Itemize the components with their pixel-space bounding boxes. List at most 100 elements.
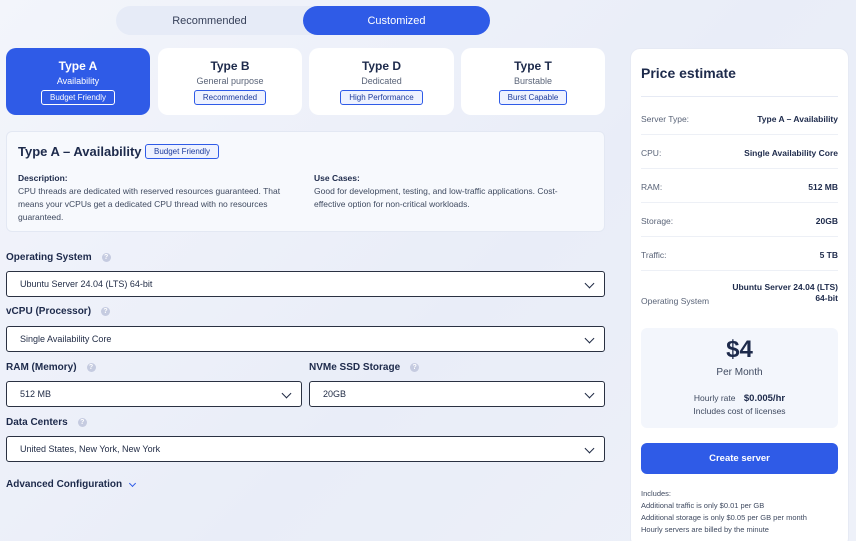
type-description-panel: Type A – Availability Budget Friendly De… xyxy=(6,131,605,232)
os-value-line: Ubuntu Server 24.04 (LTS) xyxy=(732,282,838,292)
description-badge: Budget Friendly xyxy=(145,144,220,159)
use-cases-line: Good for development, testing, and low-t… xyxy=(314,186,558,196)
storage-select-value: 20GB xyxy=(323,389,347,399)
includes-line: Additional traffic is only $0.01 per GB xyxy=(641,501,765,510)
help-icon[interactable]: ? xyxy=(101,307,111,316)
type-badge: Recommended xyxy=(193,89,267,105)
help-icon[interactable]: ? xyxy=(86,363,96,372)
includes-line: Hourly servers are billed by the minute xyxy=(641,525,769,534)
mode-toggle: Recommended Customized xyxy=(116,6,490,35)
type-badge: Budget Friendly xyxy=(40,89,116,105)
chevron-down-icon xyxy=(584,333,595,344)
recommended-tab[interactable]: Recommended xyxy=(116,6,303,35)
monthly-price-box: $4 Per Month Hourly rate $0.005/hr Inclu… xyxy=(641,328,838,428)
datacenter-select[interactable]: United States, New York, New York xyxy=(6,436,605,462)
datacenter-label-text: Data Centers xyxy=(6,417,68,428)
type-title: Type T xyxy=(514,58,552,73)
divider xyxy=(641,202,838,203)
type-badge: Burst Capable xyxy=(498,89,568,105)
price-row-key: Storage: xyxy=(641,216,674,226)
price-estimate-title: Price estimate xyxy=(641,65,736,81)
chevron-down-icon xyxy=(584,443,595,454)
ram-select[interactable]: 512 MB xyxy=(6,381,302,407)
price-amount: $4 xyxy=(726,336,753,363)
type-card-d[interactable]: Type D Dedicated High Performance xyxy=(309,48,454,115)
price-row-storage: Storage: 20GB xyxy=(641,216,838,226)
ram-select-value: 512 MB xyxy=(20,389,52,399)
type-card-b[interactable]: Type B General purpose Recommended xyxy=(158,48,302,115)
description-line: guaranteed. xyxy=(18,212,64,222)
storage-label-text: NVMe SSD Storage xyxy=(309,362,401,373)
cpu-select[interactable]: Single Availability Core xyxy=(6,326,605,352)
hourly-rate-value: $0.005/hr xyxy=(743,393,786,404)
cpu-select-value: Single Availability Core xyxy=(20,334,112,344)
os-label-text: Operating System xyxy=(6,252,92,263)
price-row-value: Type A – Availability xyxy=(757,114,838,124)
type-card-t[interactable]: Type T Burstable Burst Capable xyxy=(461,48,605,115)
type-badge: High Performance xyxy=(340,89,423,105)
divider xyxy=(641,96,838,97)
customized-tab[interactable]: Customized xyxy=(303,6,490,35)
os-select-value: Ubuntu Server 24.04 (LTS) 64-bit xyxy=(20,279,153,289)
os-select[interactable]: Ubuntu Server 24.04 (LTS) 64-bit xyxy=(6,271,605,297)
ram-label: RAM (Memory) ? xyxy=(6,362,96,373)
datacenter-label: Data Centers ? xyxy=(6,417,87,428)
os-value-line: 64-bit xyxy=(815,293,838,303)
type-title: Type B xyxy=(210,58,250,73)
cpu-label: vCPU (Processor) ? xyxy=(6,306,111,317)
price-row-value: 20GB xyxy=(815,216,838,226)
ram-label-text: RAM (Memory) xyxy=(6,362,77,373)
type-subtitle: General purpose xyxy=(196,75,264,86)
chevron-down-icon xyxy=(129,479,137,487)
use-cases-column: Use Cases: Good for development, testing… xyxy=(314,172,599,211)
price-row-value: 5 TB xyxy=(819,250,838,260)
price-row-key: CPU: xyxy=(641,148,662,158)
cpu-label-text: vCPU (Processor) xyxy=(6,306,92,317)
type-subtitle: Burstable xyxy=(513,75,553,86)
type-subtitle: Availability xyxy=(56,75,100,86)
use-cases-header: Use Cases: xyxy=(314,173,360,183)
description-line: CPU threads are dedicated with reserved … xyxy=(18,186,281,196)
price-row-key: Server Type: xyxy=(641,114,690,124)
advanced-configuration-toggle[interactable]: Advanced Configuration xyxy=(6,479,137,490)
create-server-button[interactable]: Create server xyxy=(641,443,838,474)
price-row-cpu: CPU: Single Availability Core xyxy=(641,148,838,158)
storage-label: NVMe SSD Storage ? xyxy=(309,362,420,373)
divider xyxy=(641,134,838,135)
datacenter-select-value: United States, New York, New York xyxy=(20,444,161,454)
price-row-key: RAM: xyxy=(641,182,663,192)
type-card-a[interactable]: Type A Availability Budget Friendly xyxy=(6,48,150,115)
os-label: Operating System ? xyxy=(6,252,111,263)
use-cases-line: effective option for non-critical worklo… xyxy=(314,199,470,209)
price-period: Per Month xyxy=(716,367,763,378)
divider xyxy=(641,236,838,237)
includes-header: Includes: xyxy=(641,489,672,498)
hourly-rate: Hourly rate $0.005/hr xyxy=(641,393,838,404)
price-row-server-type: Server Type: Type A – Availability xyxy=(641,114,838,124)
hourly-rate-label: Hourly rate xyxy=(693,393,736,403)
licenses-note: Includes cost of licenses xyxy=(693,406,786,416)
type-title: Type D xyxy=(361,58,402,73)
price-row-os-key: Operating System xyxy=(641,296,710,306)
description-column: Description: CPU threads are dedicated w… xyxy=(18,172,303,224)
price-estimate-panel: Price estimate Server Type: Type A – Ava… xyxy=(630,48,849,541)
type-title: Type A xyxy=(58,58,98,73)
help-icon[interactable]: ? xyxy=(410,363,420,372)
price-row-value: 512 MB xyxy=(808,182,838,192)
price-row-value: Single Availability Core xyxy=(744,148,838,158)
price-row-traffic: Traffic: 5 TB xyxy=(641,250,838,260)
help-icon[interactable]: ? xyxy=(77,418,87,427)
chevron-down-icon xyxy=(281,388,292,399)
description-line: means your vCPUs get a dedicated CPU thr… xyxy=(18,199,268,209)
includes-line: Additional storage is only $0.05 per GB … xyxy=(641,513,807,522)
advanced-configuration-label: Advanced Configuration xyxy=(6,479,123,490)
description-header: Description: xyxy=(18,173,68,183)
chevron-down-icon xyxy=(584,278,595,289)
divider xyxy=(641,270,838,271)
type-subtitle: Dedicated xyxy=(361,75,402,86)
price-row-os-value: Ubuntu Server 24.04 (LTS) 64-bit xyxy=(723,282,838,304)
description-title: Type A – Availability xyxy=(18,144,142,159)
storage-select[interactable]: 20GB xyxy=(309,381,605,407)
price-row-key: Traffic: xyxy=(641,250,667,260)
help-icon[interactable]: ? xyxy=(101,253,111,262)
